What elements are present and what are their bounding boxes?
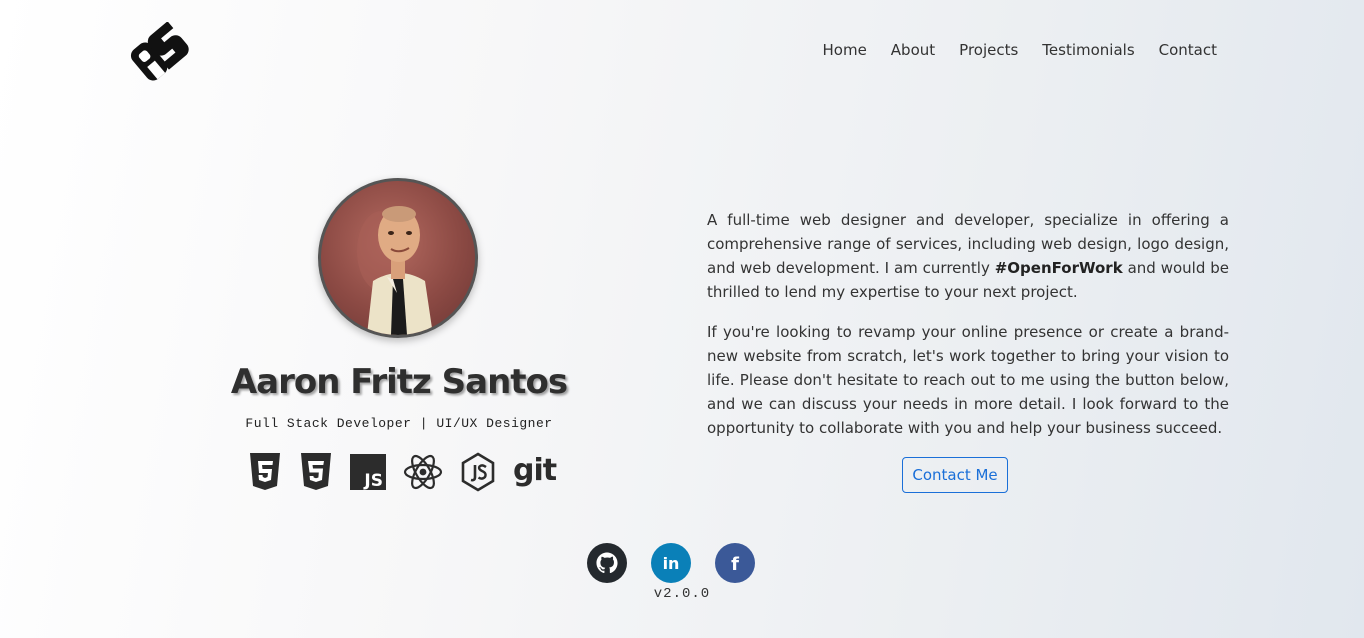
javascript-icon: JS: [350, 454, 386, 490]
profile-portrait-icon: [357, 206, 433, 335]
nav-item-contact[interactable]: Contact: [1159, 40, 1217, 60]
svg-text:f: f: [731, 554, 739, 575]
html5-icon: [248, 453, 282, 491]
css3-icon: [299, 453, 333, 491]
brand-logo[interactable]: [128, 21, 196, 82]
avatar: [318, 178, 478, 338]
nav-item-about[interactable]: About: [891, 40, 935, 60]
git-icon: git: [513, 453, 557, 491]
facebook-icon: f: [731, 554, 739, 575]
nav-item-projects[interactable]: Projects: [959, 40, 1018, 60]
nodejs-icon: [460, 452, 496, 492]
linkedin-icon: in: [663, 554, 680, 573]
social-links: in f: [587, 543, 755, 583]
js-label: JS: [363, 471, 383, 490]
github-link[interactable]: [587, 543, 627, 583]
about-paragraph-2: If you're looking to revamp your online …: [707, 323, 1229, 437]
git-label: git: [513, 453, 557, 488]
nav-item-home[interactable]: Home: [823, 40, 867, 60]
version-label: v2.0.0: [653, 586, 711, 602]
facebook-link[interactable]: f: [715, 543, 755, 583]
react-icon: [403, 453, 443, 491]
svg-text:in: in: [663, 554, 680, 573]
ps-monogram-logo-icon: [130, 21, 189, 81]
nav-item-testimonials[interactable]: Testimonials: [1042, 40, 1134, 60]
open-for-work-tag: #OpenForWork: [994, 259, 1123, 277]
profile-title: Full Stack Developer | UI/UX Designer: [245, 416, 553, 431]
tech-stack: JS git: [248, 452, 557, 492]
about-paragraph-1: A full-time web designer and developer, …: [707, 208, 1229, 304]
contact-me-button[interactable]: Contact Me: [902, 457, 1008, 493]
github-icon: [596, 552, 618, 574]
main-nav: Home About Projects Testimonials Contact: [823, 40, 1218, 60]
linkedin-link[interactable]: in: [651, 543, 691, 583]
about-section: A full-time web designer and developer, …: [707, 208, 1229, 456]
profile-name: Aaron Fritz Santos: [230, 362, 568, 402]
